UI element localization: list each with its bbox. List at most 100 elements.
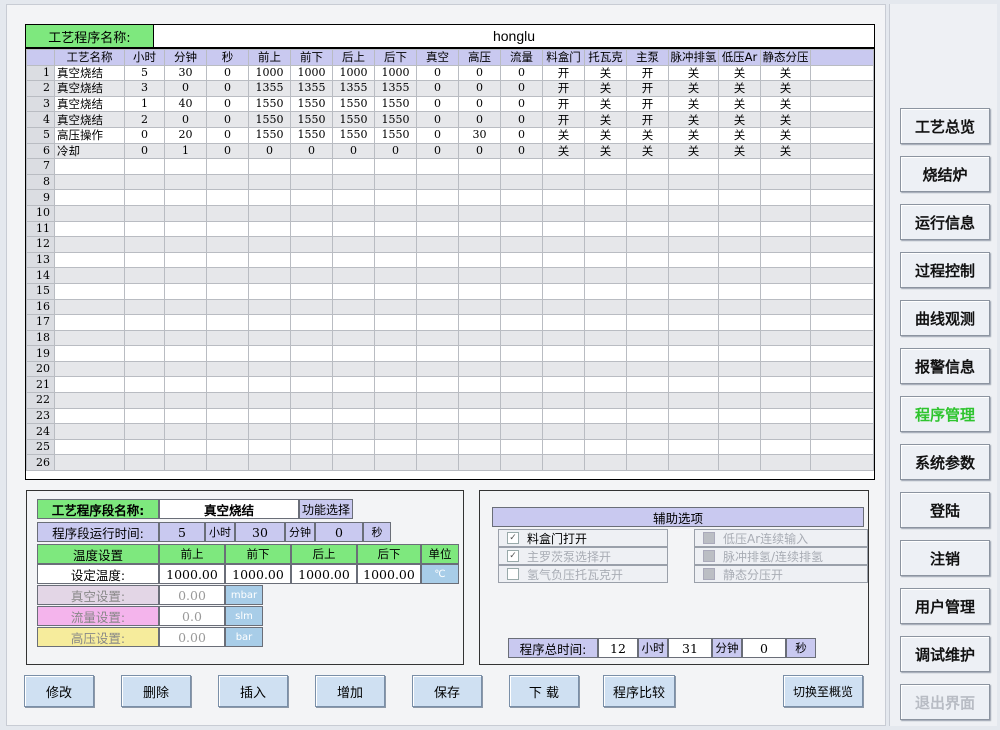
table-cell[interactable] [626,392,669,409]
table-cell[interactable] [206,282,249,300]
table-cell[interactable]: 1550 [248,95,291,113]
table-cell[interactable] [668,376,719,394]
table-cell[interactable] [542,423,585,440]
table-cell[interactable] [374,282,417,300]
table-cell[interactable] [760,423,811,440]
table-cell[interactable] [164,189,207,206]
table-cell[interactable] [332,220,375,238]
table-cell[interactable] [290,360,333,378]
table-cell[interactable] [542,282,585,300]
table-cell[interactable] [626,454,669,472]
table-cell[interactable]: 0 [458,142,501,160]
table-cell[interactable]: 30 [458,126,501,144]
insert-button[interactable]: 插入 [218,675,288,707]
function-select-button[interactable]: 功能选择 [299,499,353,519]
table-cell[interactable] [626,267,669,284]
table-cell[interactable] [164,360,207,378]
download-button[interactable]: 下 载 [509,675,579,707]
table-cell[interactable] [374,423,417,440]
table-cell[interactable]: 关 [584,126,627,144]
table-cell[interactable] [374,360,417,378]
table-cell[interactable]: 关 [668,142,719,160]
table-cell[interactable]: 2 [124,111,165,128]
table-cell[interactable] [584,251,627,269]
table-cell[interactable] [584,438,627,456]
table-cell[interactable] [542,236,585,253]
table-row[interactable]: 25 [26,438,874,456]
table-cell[interactable] [760,329,811,347]
table-cell[interactable]: 0 [206,95,249,113]
table-cell[interactable]: 开 [542,80,585,97]
table-cell[interactable] [458,173,501,191]
table-cell[interactable] [374,189,417,206]
table-cell[interactable] [206,376,249,394]
nav-alarm-info[interactable]: 报警信息 [900,348,990,384]
table-row[interactable]: 6 冷却 0 1 0 0 0 0 0 0 0 0 关关关关关关 [26,142,874,160]
segment-name-field[interactable]: 真空烧结 [159,499,299,519]
table-cell[interactable] [248,158,291,175]
table-cell[interactable] [164,251,207,269]
table-cell[interactable] [500,454,543,472]
table-cell[interactable] [668,329,719,347]
table-cell[interactable] [416,189,459,206]
table-cell[interactable] [668,158,719,175]
table-cell[interactable] [500,158,543,175]
table-cell[interactable] [458,360,501,378]
pressure-field[interactable]: 0.00 [159,627,225,647]
table-cell[interactable] [54,345,125,362]
table-cell[interactable] [290,407,333,425]
table-cell[interactable] [458,251,501,269]
table-cell[interactable]: 1550 [332,95,375,113]
table-cell[interactable] [164,345,207,362]
table-cell[interactable] [584,220,627,238]
table-cell[interactable] [248,392,291,409]
table-cell[interactable] [290,314,333,331]
table-cell[interactable] [760,345,811,362]
table-cell[interactable] [290,251,333,269]
table-cell[interactable] [760,392,811,409]
table-cell[interactable] [164,282,207,300]
table-cell[interactable] [206,173,249,191]
table-cell[interactable] [760,282,811,300]
table-cell[interactable]: 0 [206,126,249,144]
table-cell[interactable]: 关 [760,64,811,82]
table-cell[interactable] [248,204,291,222]
table-cell[interactable] [626,407,669,425]
table-cell[interactable] [500,329,543,347]
pulse-h2-checkbox[interactable] [703,550,715,562]
table-cell[interactable]: 1550 [290,111,333,128]
nav-exit[interactable]: 退出界面 [900,684,990,720]
table-cell[interactable] [374,220,417,238]
table-cell[interactable] [584,329,627,347]
table-cell[interactable] [124,376,165,394]
table-cell[interactable] [54,189,125,206]
hydrogen-neg-option[interactable]: 氢气负压托瓦克开 [498,565,668,583]
table-cell[interactable] [164,204,207,222]
table-cell[interactable] [542,204,585,222]
table-cell[interactable] [248,220,291,238]
table-cell[interactable] [332,314,375,331]
table-cell[interactable]: 0 [124,142,165,160]
nav-program-management[interactable]: 程序管理 [900,396,990,432]
table-cell[interactable] [416,438,459,456]
table-row[interactable]: 17 [26,314,874,331]
table-cell[interactable] [668,267,719,284]
table-cell[interactable] [290,392,333,409]
table-cell[interactable] [290,329,333,347]
table-cell[interactable] [458,407,501,425]
table-cell[interactable]: 0 [416,64,459,82]
table-cell[interactable]: 0 [500,95,543,113]
table-cell[interactable] [626,173,669,191]
table-cell[interactable] [542,438,585,456]
table-cell[interactable] [374,173,417,191]
table-cell[interactable] [332,204,375,222]
table-cell[interactable] [248,282,291,300]
table-cell[interactable]: 0 [458,95,501,113]
table-cell[interactable] [626,251,669,269]
table-cell[interactable] [542,220,585,238]
static-partial-option[interactable]: 静态分压开 [694,565,868,583]
table-cell[interactable] [248,314,291,331]
table-row[interactable]: 8 [26,173,874,191]
table-cell[interactable] [54,392,125,409]
table-cell[interactable] [54,360,125,378]
